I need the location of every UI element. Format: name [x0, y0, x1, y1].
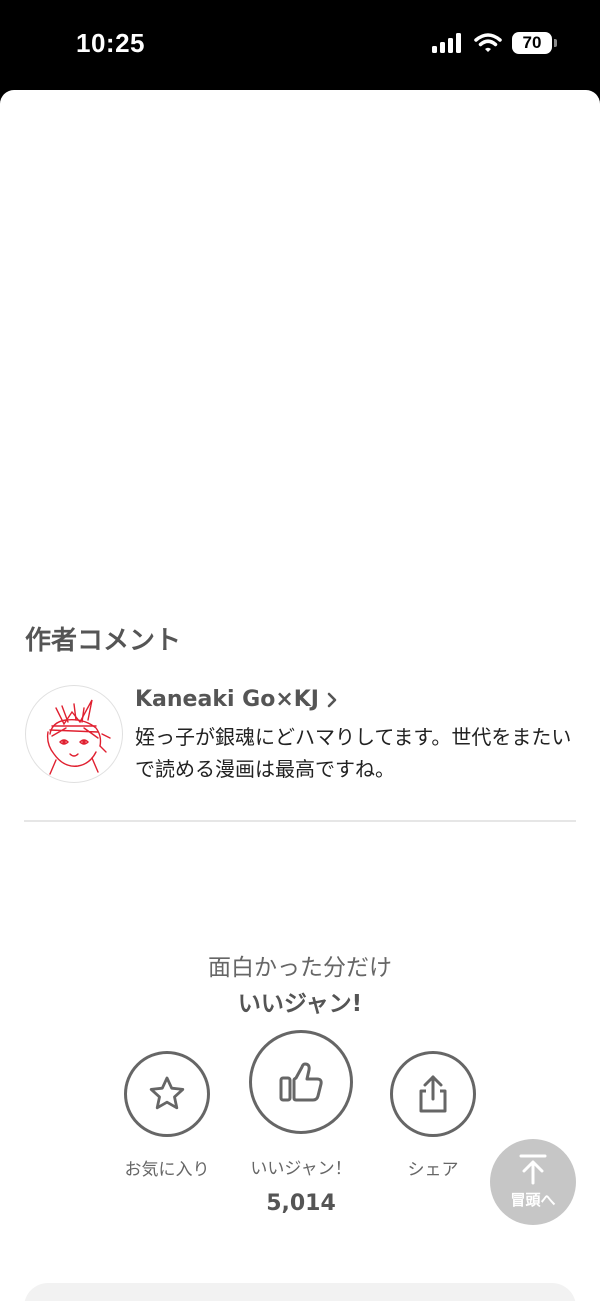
author-name-link[interactable]: Kaneaki Go×KJ: [135, 687, 337, 712]
back-to-top-label: 冒頭へ: [510, 1191, 556, 1209]
content-sheet: 作者コメント Kaneaki Go×KJ 姪っ子が銀魂にどハマりしてます。世代を…: [0, 90, 600, 1301]
arrow-up-to-top-icon: [519, 1154, 547, 1185]
author-sketch-image: [46, 699, 111, 775]
battery-level: 70: [522, 33, 542, 52]
author-avatar[interactable]: [25, 685, 123, 783]
status-bar: 10:25 70: [0, 0, 600, 92]
thumbs-up-icon: [279, 1062, 323, 1102]
like-count: 5,014: [266, 1191, 336, 1216]
wifi-icon: [474, 33, 502, 52]
favorite-circle[interactable]: [124, 1051, 210, 1137]
share-label: シェア: [407, 1160, 459, 1180]
back-to-top-button[interactable]: 冒頭へ: [490, 1139, 576, 1225]
signal-icon: [432, 33, 461, 53]
author-comment-text: 姪っ子が銀魂にどハマりしてます。世代をまたいで読める漫画は最高ですね。: [135, 725, 572, 781]
favorite-button[interactable]: お気に入り: [114, 1051, 220, 1180]
share-button[interactable]: シェア: [380, 1051, 486, 1180]
like-circle[interactable]: [249, 1030, 353, 1134]
star-icon: [149, 1076, 185, 1110]
battery-icon: 70: [512, 32, 557, 54]
bottom-card: [24, 1283, 576, 1301]
promo-title: いいジャン!: [237, 991, 363, 1017]
author-name: Kaneaki Go×KJ: [135, 687, 319, 712]
like-button[interactable]: いいジャン！ 5,014: [238, 1030, 364, 1216]
promo-text: 面白かった分だけ: [208, 955, 392, 981]
status-icons: 70: [432, 32, 557, 54]
author-comment-title: 作者コメント: [25, 626, 182, 656]
share-circle[interactable]: [390, 1051, 476, 1137]
divider: [24, 820, 576, 822]
favorite-label: お気に入り: [124, 1160, 210, 1180]
status-time: 10:25: [76, 28, 145, 58]
chevron-right-icon: [327, 692, 337, 707]
like-label: いいジャン！: [250, 1159, 352, 1179]
share-icon: [419, 1075, 447, 1113]
